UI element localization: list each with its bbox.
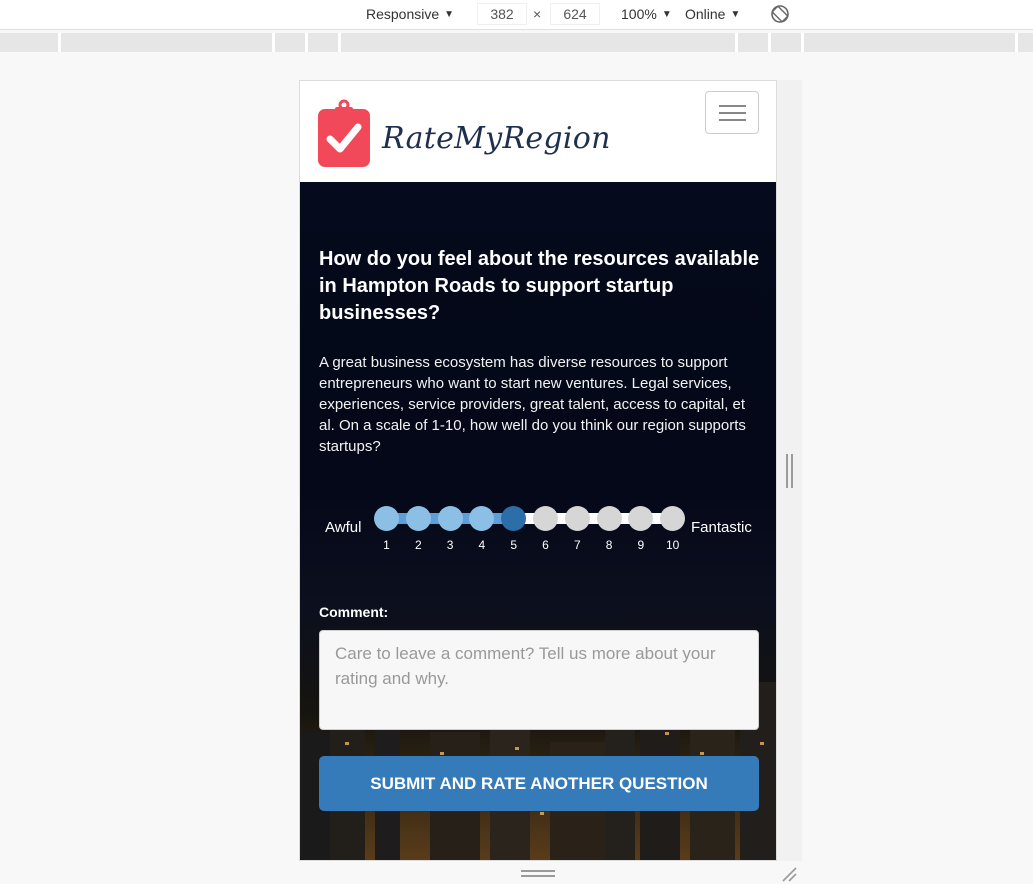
handle-line [521,870,555,872]
ruler-tick[interactable] [735,33,738,52]
zoom-select-label: 100% [621,6,657,22]
emulated-viewport: RateMyRegion How do you feel about the r… [299,80,777,861]
zoom-select[interactable]: 100% ▼ [621,6,672,22]
hamburger-line [719,119,746,121]
network-throttle-label: Online [685,6,726,22]
rating-option-1[interactable] [374,506,399,531]
comment-label: Comment: [319,604,389,620]
viewport-width-input[interactable]: 382 [477,3,527,25]
rating-option-label: 7 [573,538,581,552]
ruler-tick[interactable] [768,33,771,52]
question-description: A great business ecosystem has diverse r… [319,354,746,455]
rating-option-7[interactable] [564,506,590,531]
viewport-corner-resize-handle[interactable] [781,866,797,882]
rating-option-10[interactable] [660,506,686,531]
rating-option-label: 4 [478,538,486,552]
ruler-tick[interactable] [305,33,308,52]
device-select[interactable]: Responsive ▼ [366,6,454,22]
dropdown-arrow-icon: ▼ [730,9,741,20]
rating-option-3[interactable] [437,506,463,531]
site-logo-text[interactable]: RateMyRegion [382,121,611,156]
ruler-tick[interactable] [272,33,275,52]
scale-high-label: Fantastic [691,519,752,536]
device-select-label: Responsive [366,6,440,22]
media-query-ruler [0,33,1033,52]
handle-line [786,454,788,488]
viewport-height-input[interactable]: 624 [550,3,600,25]
submit-rate-another-button[interactable]: SUBMIT AND RATE ANOTHER QUESTION [319,756,759,811]
handle-line [521,875,555,877]
rating-option-label: 3 [446,538,454,552]
dropdown-arrow-icon: ▼ [661,9,672,20]
viewport-height-resize-handle[interactable] [521,870,555,878]
rating-option-4[interactable] [469,506,495,531]
rating-option-label: 6 [542,538,549,552]
question-title: How do you feel about the resources avai… [319,248,760,324]
rating-option-9[interactable] [628,506,654,531]
scale-low-label: Awful [325,519,362,536]
rating-option-label: 8 [605,538,613,552]
rating-option-label: 9 [637,538,645,552]
site-header: RateMyRegion [300,81,776,182]
handle-line [791,454,793,488]
rotate-icon[interactable] [770,4,790,24]
rating-option-5[interactable] [501,506,527,531]
ruler-tick[interactable] [58,33,61,52]
rating-option-8[interactable] [596,506,622,531]
devtools-device-toolbar: Responsive ▼ 382 × 624 100% ▼ Online ▼ [0,0,1033,30]
question-section: How do you feel about the resources avai… [300,182,776,860]
network-throttle-select[interactable]: Online ▼ [685,6,740,22]
ruler-tick[interactable] [338,33,341,52]
dropdown-arrow-icon: ▼ [444,9,455,20]
dimension-separator: × [533,6,542,22]
comment-textarea[interactable] [319,630,759,730]
rating-option-label: 2 [414,538,422,552]
rating-option-label: 10 [666,538,680,552]
hamburger-line [719,112,746,114]
ruler-tick[interactable] [1015,33,1018,52]
viewport-width-resize-handle[interactable] [786,454,793,488]
rating-option-label: 5 [510,538,518,552]
clipboard-check-icon[interactable] [318,99,371,169]
ruler-tick[interactable] [801,33,804,52]
menu-toggle-button[interactable] [705,91,759,134]
rating-option-6[interactable] [533,506,558,531]
hamburger-line [719,105,746,107]
rating-option-label: 1 [383,538,390,552]
rating-option-2[interactable] [405,506,431,531]
